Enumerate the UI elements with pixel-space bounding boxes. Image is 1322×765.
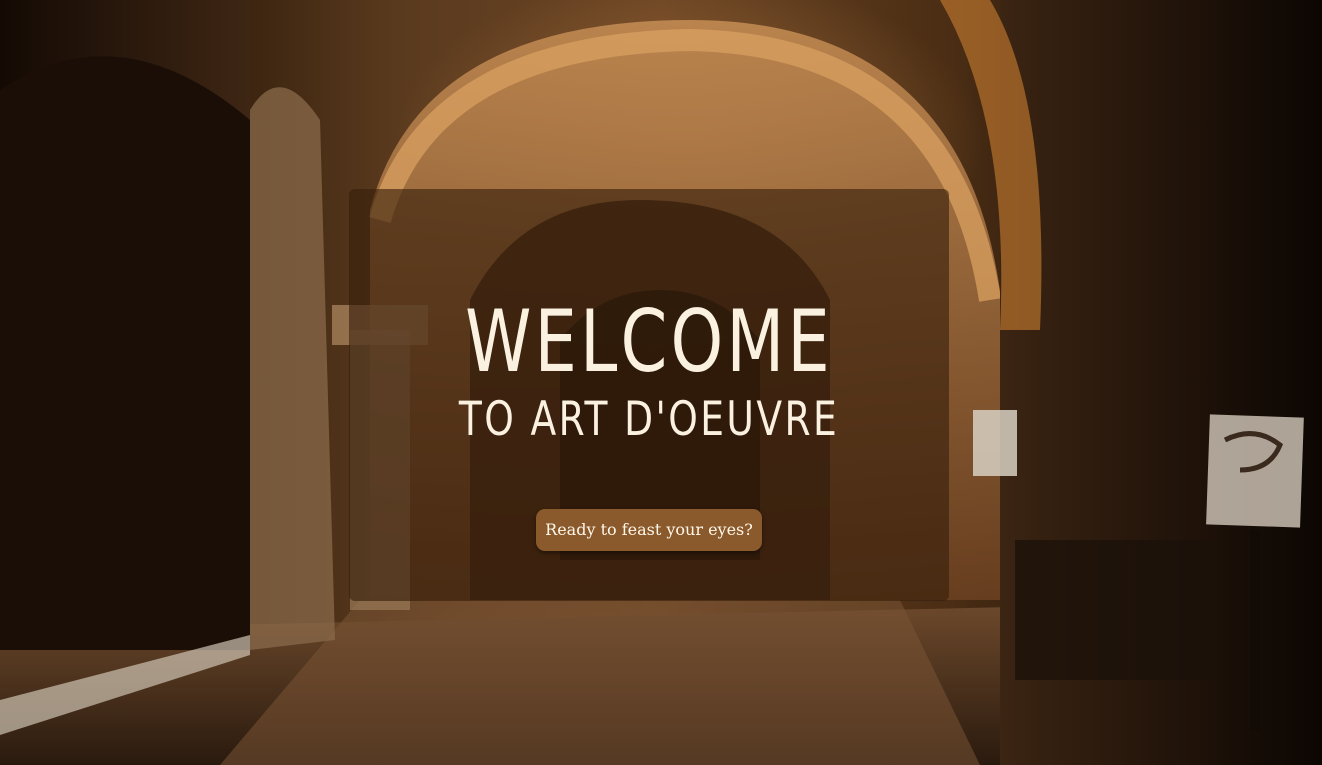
- left-arch: [0, 56, 250, 650]
- sign-post: [1250, 530, 1260, 730]
- radiator: [1015, 540, 1215, 680]
- wall-notice: [973, 410, 1017, 476]
- left-pillar: [250, 87, 335, 651]
- feast-eyes-button[interactable]: Ready to feast your eyes?: [536, 509, 762, 551]
- hero-title: WELCOME: [465, 292, 833, 392]
- hero-section: WELCOME TO ART D'OEUVRE Ready to feast y…: [0, 0, 1322, 765]
- welcome-panel: WELCOME TO ART D'OEUVRE Ready to feast y…: [349, 189, 949, 601]
- hero-subtitle: TO ART D'OEUVRE: [458, 392, 840, 447]
